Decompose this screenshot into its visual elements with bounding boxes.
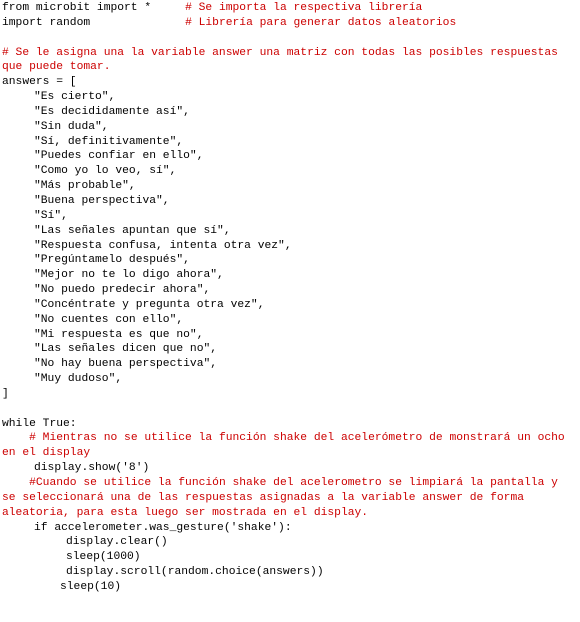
answer-item: "No hay buena perspectiva", bbox=[34, 358, 218, 371]
import-spacer bbox=[90, 17, 185, 29]
import-spacer bbox=[151, 2, 185, 14]
answer-item: "Sin duda", bbox=[34, 120, 109, 133]
display-show-statement: display.show('8') bbox=[34, 462, 150, 475]
answer-item: "Concéntrate y pregunta otra vez", bbox=[34, 298, 265, 311]
answer-item: "No puedo predecir ahora", bbox=[34, 284, 211, 297]
comment-import-random: # Librería para generar datos aleatorios bbox=[185, 16, 457, 29]
import-random-statement: import random bbox=[2, 16, 91, 29]
comment-import-microbit: # Se importa la respectiva librería bbox=[185, 2, 423, 14]
answer-item: "Las señales apuntan que sí", bbox=[34, 224, 231, 237]
answer-item: "Sí", bbox=[34, 209, 68, 222]
code-listing: from microbit import * # Se importa la r… bbox=[2, 1, 578, 595]
comment-shake: #Cuando se utilice la función shake del … bbox=[2, 476, 578, 521]
comment-while-text: # Mientras no se utilice la función shak… bbox=[2, 432, 572, 460]
answer-item: "Sí, definitivamente", bbox=[34, 135, 184, 148]
display-scroll-statement: display.scroll(random.choice(answers)) bbox=[66, 566, 324, 579]
comment-while: # Mientras no se utilice la función shak… bbox=[2, 431, 578, 461]
answer-item: "Respuesta confusa, intenta otra vez", bbox=[34, 239, 292, 252]
answer-item: "Es cierto", bbox=[34, 91, 116, 104]
comment-shake-text: #Cuando se utilice la función shake del … bbox=[2, 477, 565, 519]
answer-item: "Pregúntamelo después", bbox=[34, 254, 190, 267]
answer-item: "No cuentes con ello", bbox=[34, 313, 184, 326]
answer-item: "Buena perspectiva", bbox=[34, 194, 170, 207]
answers-close: ] bbox=[2, 387, 9, 400]
while-true-statement: while True: bbox=[2, 417, 77, 430]
answer-item: "Mi respuesta es que no", bbox=[34, 328, 204, 341]
answers-open: answers = [ bbox=[2, 76, 77, 89]
answer-item: "Más probable", bbox=[34, 180, 136, 193]
sleep-1000-statement: sleep(1000) bbox=[66, 551, 141, 564]
code-line-import-random: import random # Librería para generar da… bbox=[2, 16, 578, 31]
answer-item: "Como yo lo veo, sí", bbox=[34, 165, 177, 178]
comment-indent bbox=[2, 432, 29, 444]
answer-item: "Las señales dicen que no", bbox=[34, 343, 218, 356]
if-gesture-statement: if accelerometer.was_gesture('shake'): bbox=[34, 521, 292, 534]
answer-item: "Muy dudoso", bbox=[34, 373, 123, 386]
comment-answers: # Se le asigna una la variable answer un… bbox=[2, 46, 565, 74]
display-clear-statement: display.clear() bbox=[66, 536, 168, 549]
answer-item: "Es decididamente así", bbox=[34, 105, 190, 118]
sleep-10-statement: sleep(10) bbox=[60, 580, 122, 593]
answer-item: "Puedes confiar en ello", bbox=[34, 150, 204, 163]
comment-indent bbox=[2, 477, 29, 489]
import-microbit-statement: from microbit import * bbox=[2, 2, 152, 14]
answer-item: "Mejor no te lo digo ahora", bbox=[34, 269, 224, 282]
code-line-import-microbit: from microbit import * # Se importa la r… bbox=[2, 1, 578, 16]
